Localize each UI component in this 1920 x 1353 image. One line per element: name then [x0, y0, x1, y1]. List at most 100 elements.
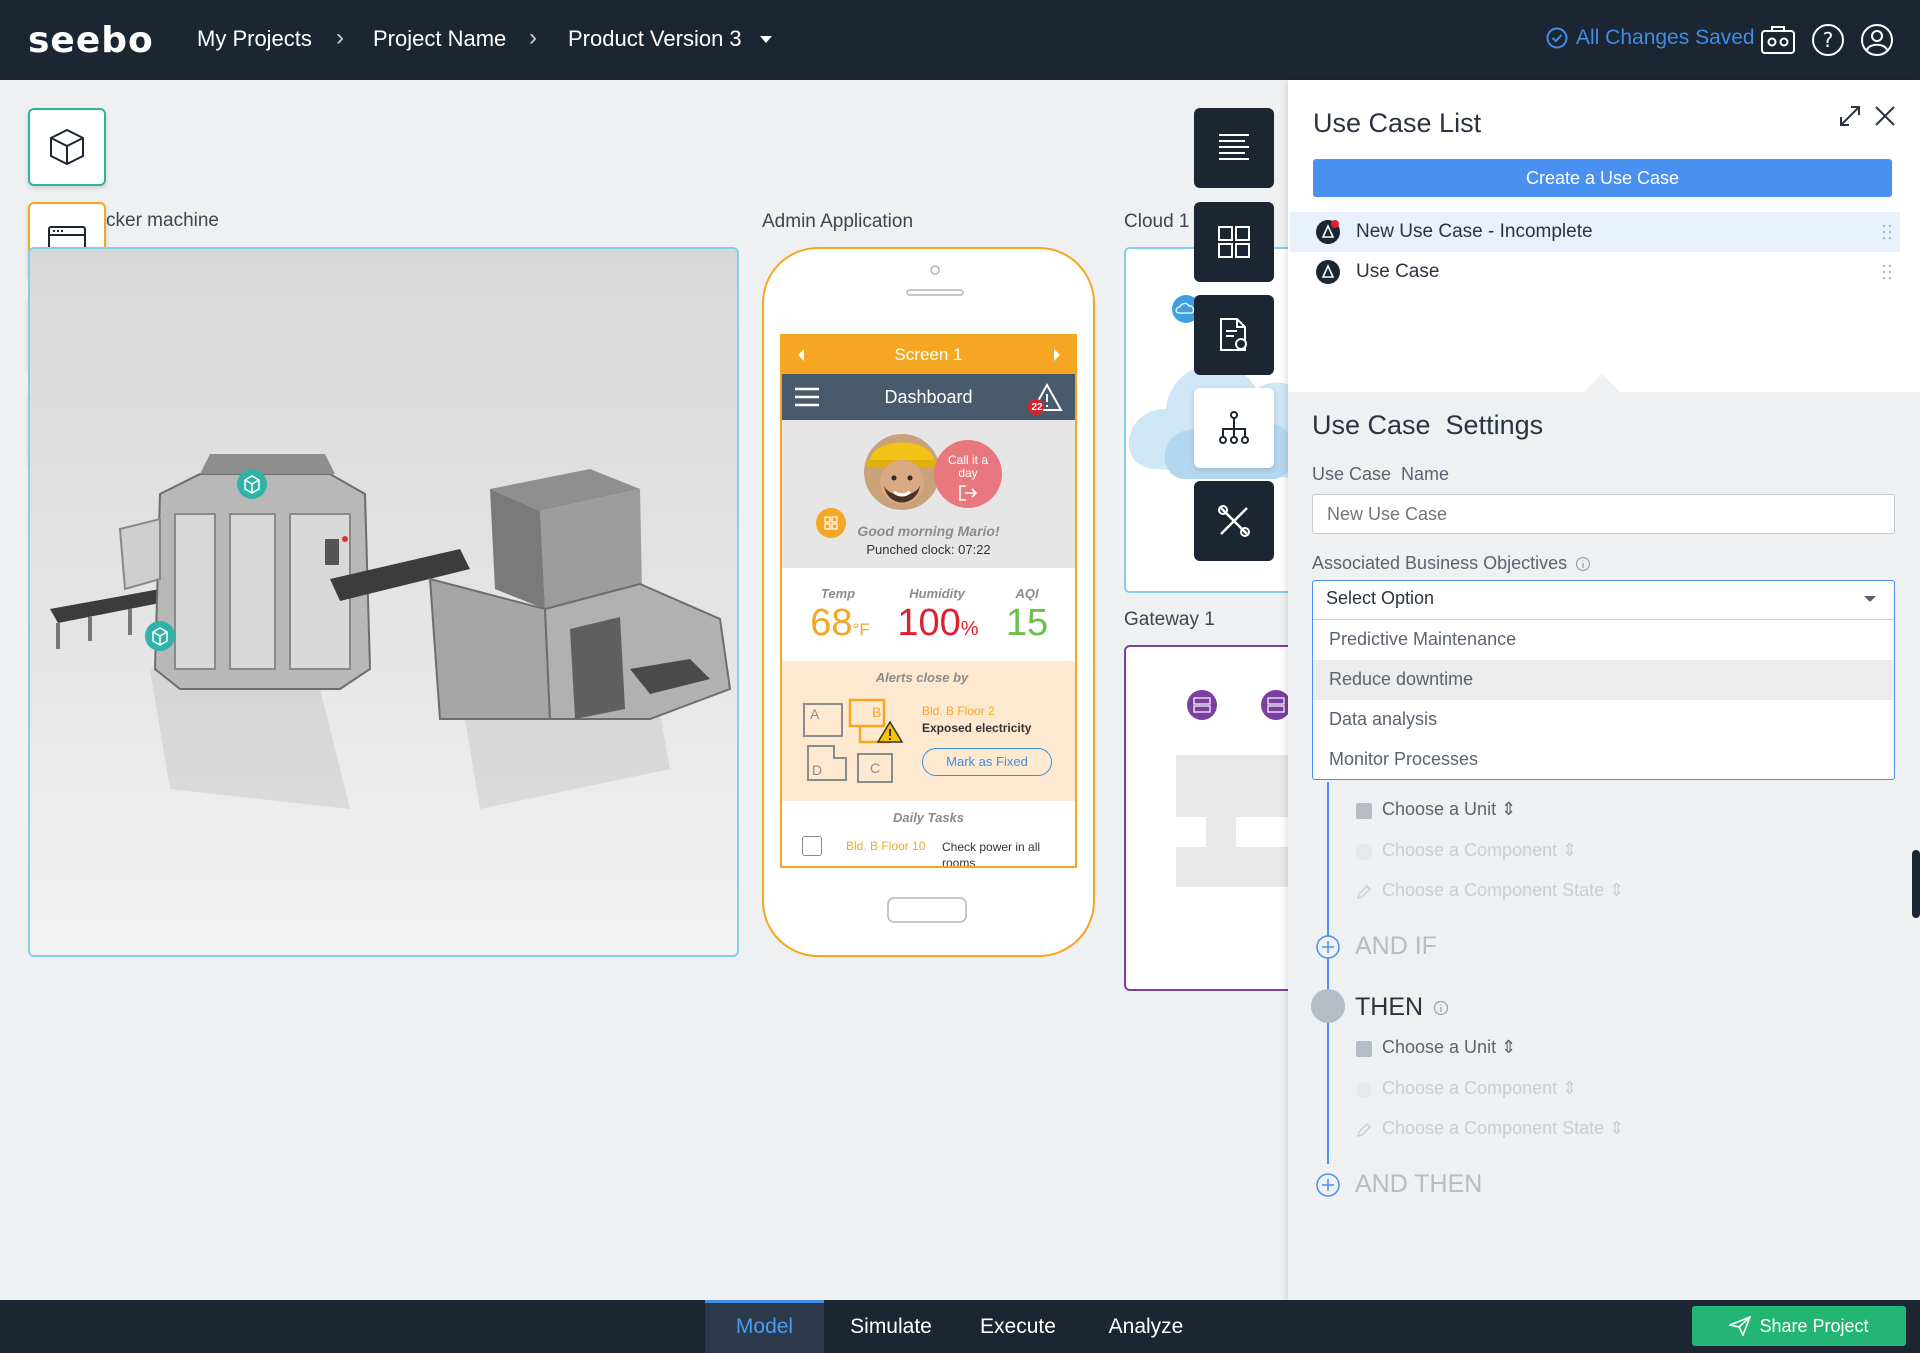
panel-title: Use Case List — [1313, 108, 1482, 138]
mark-as-fixed-button[interactable]: Mark as Fixed — [922, 748, 1052, 776]
tasks-title: Daily Tasks — [892, 810, 965, 825]
use-case-item[interactable]: Use Case — [1290, 252, 1900, 292]
use-case-name-input[interactable] — [1312, 494, 1895, 534]
punched-clock: Punched clock: 07:22 — [866, 542, 991, 557]
tab-analyze[interactable]: Analyze — [1084, 1300, 1208, 1353]
info-icon[interactable] — [1433, 1000, 1449, 1016]
help-icon[interactable]: ? — [1810, 22, 1846, 58]
tab-simulate[interactable]: Simulate — [830, 1300, 952, 1353]
unit-checkbox-icon[interactable] — [1356, 1041, 1372, 1057]
use-case-label: Use Case — [1356, 261, 1440, 282]
svg-text:seebo: seebo — [28, 20, 154, 60]
option-predictive-maintenance[interactable]: Predictive Maintenance — [1313, 620, 1894, 660]
component-dot-icon — [1356, 844, 1372, 860]
tools-tool[interactable] — [1194, 481, 1274, 561]
save-status: All Changes Saved — [1546, 26, 1755, 50]
chevron-right-icon: › — [336, 24, 344, 51]
unit-checkbox-icon[interactable] — [1356, 803, 1372, 819]
expand-icon[interactable] — [1838, 104, 1862, 128]
add-condition-icon[interactable] — [1314, 933, 1342, 961]
map-label-a: A — [810, 706, 820, 722]
if-choose-component[interactable]: Choose a Component ⇕ — [1382, 840, 1577, 861]
map-label-c: C — [870, 760, 881, 776]
grid-view-tool[interactable] — [1194, 202, 1274, 282]
tab-model[interactable]: Model — [705, 1300, 824, 1353]
option-reduce-downtime[interactable]: Reduce downtime — [1313, 660, 1894, 700]
check-circle-icon — [1546, 27, 1568, 49]
info-icon[interactable] — [1575, 556, 1591, 572]
seebo-logo[interactable]: seebo — [28, 20, 173, 60]
pencil-icon — [1357, 885, 1371, 899]
stat-temp: 68°F — [810, 602, 870, 644]
then-choose-unit[interactable]: Choose a Unit ⇕ — [1382, 1037, 1516, 1058]
dropdown-selected-value[interactable]: Select Option — [1326, 588, 1434, 609]
task-text: Check power in all rooms — [942, 840, 1041, 868]
map-label-d: D — [812, 762, 823, 778]
drag-handle-icon[interactable] — [1882, 224, 1892, 240]
screen-title: Screen 1 — [894, 345, 963, 364]
stat-humidity-label: Humidity — [909, 586, 965, 601]
then-choose-state[interactable]: Choose a Component State ⇕ — [1382, 1118, 1624, 1139]
rule-timeline — [1327, 782, 1329, 1164]
use-case-item-new[interactable]: New Use Case - Incomplete — [1290, 212, 1900, 252]
machine-3d-model — [50, 454, 732, 809]
add-action-icon[interactable] — [1314, 1171, 1342, 1199]
breadcrumb-product-version[interactable]: Product Version 3 — [568, 26, 742, 52]
gateway-label: Gateway 1 — [1124, 609, 1215, 630]
phone-home-button — [887, 897, 967, 923]
simulator-icon[interactable] — [1760, 22, 1796, 58]
hierarchy-icon — [1219, 411, 1249, 444]
cloud-label: Cloud 1 — [1124, 211, 1190, 232]
breadcrumb-project-name[interactable]: Project Name — [373, 26, 506, 52]
text-lines-icon — [1219, 134, 1249, 160]
alert-text: Exposed electricity — [922, 721, 1032, 735]
then-choose-component[interactable]: Choose a Component ⇕ — [1382, 1078, 1577, 1099]
stat-aqi-label: AQI — [1015, 586, 1039, 601]
stat-temp-label: Temp — [820, 586, 856, 601]
grid-icon — [1218, 226, 1250, 258]
user-avatar-icon[interactable] — [1859, 22, 1895, 58]
caret-down-icon[interactable] — [758, 34, 774, 46]
stat-aqi: 15 — [1005, 602, 1049, 644]
panel-scrollbar[interactable] — [1912, 850, 1920, 918]
map-label-b: B — [872, 704, 882, 720]
then-node — [1311, 989, 1345, 1023]
app-label: Admin Application — [762, 211, 914, 232]
component-dot-icon — [1356, 1082, 1372, 1098]
option-monitor-processes[interactable]: Monitor Processes — [1313, 740, 1894, 780]
call-it-a-day-label: Call it a day — [947, 453, 988, 480]
gateway-card[interactable] — [1124, 645, 1304, 991]
next-screen-icon[interactable] — [1052, 348, 1062, 362]
drag-handle-icon[interactable] — [1882, 264, 1892, 280]
if-choose-unit[interactable]: Choose a Unit ⇕ — [1382, 799, 1516, 820]
task-checkbox[interactable] — [802, 836, 822, 856]
then-heading: THEN — [1355, 993, 1449, 1022]
task-location: Bld. B Floor 10 — [846, 839, 926, 853]
add-product-tool[interactable] — [28, 108, 106, 186]
option-data-analysis[interactable]: Data analysis — [1313, 700, 1894, 740]
create-use-case-button[interactable]: Create a Use Case — [1313, 159, 1892, 197]
svg-text:?: ? — [1823, 28, 1834, 52]
alerts-title: Alerts close by — [875, 670, 969, 685]
phone-screen: Screen 1 Dashboard 22 Call it a day Good… — [780, 334, 1077, 868]
if-choose-state[interactable]: Choose a Component State ⇕ — [1382, 880, 1624, 901]
send-icon — [1729, 1316, 1752, 1336]
document-settings-tool[interactable] — [1194, 295, 1274, 375]
list-view-tool[interactable] — [1194, 108, 1274, 188]
wrench-screwdriver-icon — [1218, 505, 1250, 537]
chevron-down-icon[interactable] — [1862, 594, 1878, 604]
objectives-label: Associated Business Objectives — [1312, 553, 1591, 574]
share-project-button[interactable]: Share Project — [1692, 1306, 1906, 1346]
breadcrumb-my-projects[interactable]: My Projects — [197, 26, 312, 52]
and-then-button[interactable]: AND THEN — [1355, 1170, 1482, 1199]
tab-execute[interactable]: Execute — [958, 1300, 1078, 1353]
hierarchy-tool[interactable] — [1194, 388, 1274, 468]
machine-card[interactable] — [28, 247, 739, 957]
logout-icon — [959, 485, 978, 501]
cube-icon — [50, 128, 84, 166]
use-case-icon — [1316, 220, 1340, 244]
close-icon[interactable] — [1873, 104, 1897, 128]
stat-humidity: 100% — [897, 602, 979, 644]
use-case-label: New Use Case - Incomplete — [1356, 221, 1593, 242]
and-if-button[interactable]: AND IF — [1355, 932, 1437, 961]
